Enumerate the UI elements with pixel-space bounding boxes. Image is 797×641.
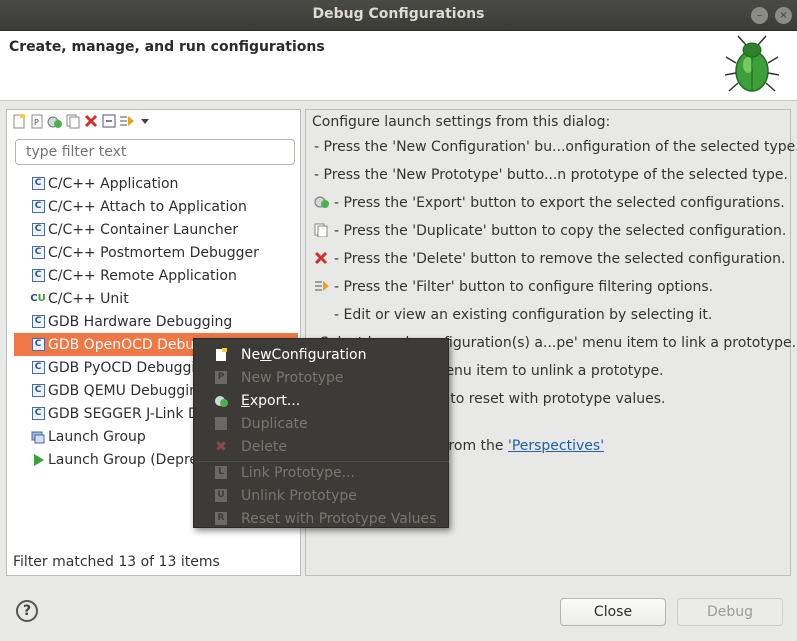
menu-item-mnemonic: w [260, 346, 272, 363]
menu-item-label: New Prototype [241, 369, 344, 386]
c-app-icon: C [31, 315, 45, 329]
c-app-icon: C [31, 177, 45, 191]
perspectives-link[interactable]: 'Perspectives' [508, 438, 604, 454]
debug-bug-icon [724, 35, 780, 92]
help-line-text: - Press the 'Delete' button to remove th… [334, 251, 786, 267]
help-line-duplicate: - Press the 'Duplicate' button to copy t… [314, 223, 786, 239]
new-prototype-icon[interactable]: P [29, 113, 45, 129]
delete-icon[interactable] [83, 113, 99, 129]
menu-item-mnemonic: E [241, 392, 250, 409]
duplicate-icon [314, 223, 330, 238]
tree-item-label: GDB Hardware Debugging [48, 313, 233, 330]
c-app-icon: C [31, 269, 45, 283]
duplicate-icon[interactable] [65, 113, 81, 129]
help-line-delete: - Press the 'Delete' button to remove th… [314, 251, 785, 267]
menu-item-label: Duplicate [241, 415, 308, 432]
menu-item-duplicate[interactable]: Duplicate [194, 412, 450, 435]
new-prototype-icon: P [214, 371, 228, 385]
tree-item-label: C/C++ Attach to Application [48, 198, 247, 215]
intro-text: Configure launch settings from this dial… [312, 114, 611, 130]
menu-item-unlink-prototype[interactable]: U Unlink Prototype [194, 484, 450, 507]
window-title: Debug Configurations [312, 6, 485, 22]
menu-item-label: xport... [249, 392, 301, 409]
tree-item-label: Launch Group [48, 428, 146, 445]
tree-item-label: C/C++ Application [48, 175, 179, 192]
menu-item-new-configuration[interactable]: Ne w Configuration [194, 343, 450, 366]
menu-item-label: Link Prototype... [241, 464, 356, 481]
delete-icon: ✖ [215, 438, 227, 455]
context-menu: Ne w Configuration P New Prototype Export.… [193, 338, 449, 528]
c-app-icon: C [31, 361, 45, 375]
new-configuration-icon[interactable] [11, 113, 27, 129]
tree-toolbar: P [11, 113, 153, 131]
debug-button[interactable]: Debug [677, 598, 783, 626]
close-button[interactable]: Close [560, 598, 666, 626]
help-icon[interactable]: ? [16, 600, 38, 622]
help-line-filter: - Press the 'Filter' button to configure… [314, 279, 713, 295]
menu-item-label: Ne [241, 346, 261, 363]
duplicate-icon [214, 417, 228, 431]
delete-icon [314, 251, 330, 265]
export-icon [314, 195, 330, 209]
menu-item-new-prototype[interactable]: P New Prototype [194, 366, 450, 389]
filter-icon[interactable] [119, 113, 135, 129]
title-bar: Debug Configurations – × [0, 0, 797, 31]
c-app-icon: C [31, 338, 45, 352]
tree-item-c-cpp-remote[interactable]: C C/C++ Remote Application [14, 264, 298, 287]
c-app-icon: C [31, 200, 45, 214]
tree-item-c-cpp-attach[interactable]: C C/C++ Attach to Application [14, 195, 298, 218]
tree-item-c-cpp-unit[interactable]: CU C/C++ Unit [14, 287, 298, 310]
reset-prototype-icon: R [214, 512, 228, 526]
menu-item-reset-prototype[interactable]: R Reset with Prototype Values [194, 507, 450, 530]
new-configuration-icon [214, 347, 228, 362]
help-line-text: - Press the 'Export' button to export th… [334, 195, 785, 211]
tree-item-gdb-hardware[interactable]: C GDB Hardware Debugging [14, 310, 298, 333]
minimize-button[interactable]: – [751, 7, 768, 24]
collapse-all-icon[interactable] [101, 113, 117, 129]
close-window-button[interactable]: × [775, 7, 792, 24]
help-line-text: - Press the 'Duplicate' button to copy t… [334, 223, 787, 239]
filter-icon [314, 279, 330, 293]
filter-input[interactable] [15, 139, 295, 165]
tree-item-c-cpp-postmortem[interactable]: C C/C++ Postmortem Debugger [14, 241, 298, 264]
tree-item-c-cpp-container[interactable]: C C/C++ Container Launcher [14, 218, 298, 241]
run-icon [31, 453, 45, 467]
menu-item-export[interactable]: Export... [194, 389, 450, 412]
export-icon[interactable] [47, 113, 63, 129]
c-app-icon: C [31, 407, 45, 421]
menu-item-link-prototype[interactable]: L Link Prototype... [194, 461, 450, 484]
menu-item-label: Delete [241, 438, 287, 455]
tree-item-label: C/C++ Unit [48, 290, 129, 307]
tree-item-c-cpp-application[interactable]: C C/C++ Application [14, 172, 298, 195]
link-prototype-icon: L [214, 466, 228, 480]
view-menu-icon[interactable] [137, 113, 153, 129]
tree-item-label: C/C++ Remote Application [48, 267, 237, 284]
menu-item-label: Configuration [271, 346, 367, 363]
c-app-icon: C [31, 246, 45, 260]
dialog-header: Create, manage, and run configurations [0, 31, 797, 101]
help-line-new-config: - Press the 'New Configuration' bu...onf… [314, 139, 797, 155]
tree-item-label: C/C++ Container Launcher [48, 221, 239, 238]
tree-item-label: GDB QEMU Debugging [48, 382, 207, 399]
launch-group-icon [31, 430, 45, 444]
menu-item-delete[interactable]: ✖ Delete [194, 435, 450, 458]
c-app-icon: C [31, 384, 45, 398]
export-icon [214, 394, 228, 408]
c-app-icon: C [31, 223, 45, 237]
help-line-text: pe' menu item to link a prototype. [556, 335, 797, 351]
help-line-new-prototype: - Press the 'New Prototype' butto...n pr… [314, 167, 788, 183]
c-unit-icon: CU [30, 293, 46, 304]
tree-item-label: GDB PyOCD Debugging [48, 359, 214, 376]
menu-item-label: Unlink Prototype [241, 487, 357, 504]
help-line-edit: - Edit or view an existing configuration… [334, 307, 713, 323]
unlink-prototype-icon: U [214, 489, 228, 503]
filter-status: Filter matched 13 of 13 items [13, 554, 220, 570]
tree-item-label: C/C++ Postmortem Debugger [48, 244, 259, 261]
help-line-export: - Press the 'Export' button to export th… [314, 195, 785, 211]
svg-text:P: P [34, 118, 39, 127]
header-title: Create, manage, and run configurations [9, 39, 325, 55]
menu-item-label: Reset with Prototype Values [241, 510, 437, 527]
help-line-text: - Press the 'Filter' button to configure… [334, 279, 714, 295]
